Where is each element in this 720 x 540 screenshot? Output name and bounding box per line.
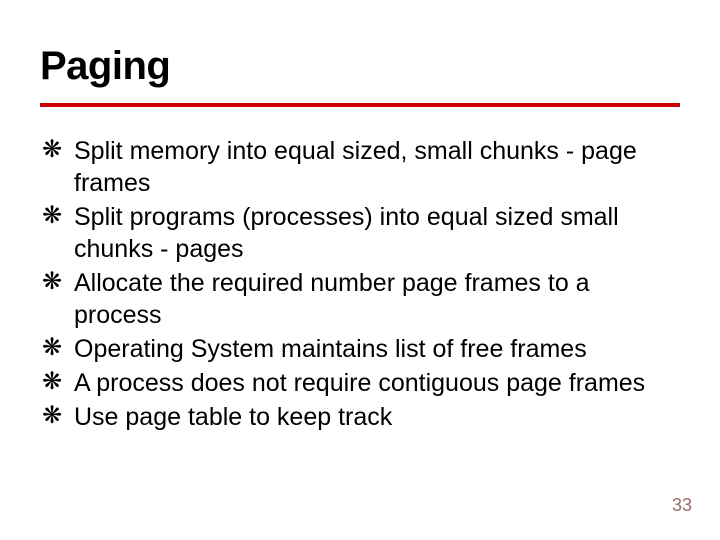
bullet-list: ❋ Split memory into equal sized, small c… xyxy=(40,135,680,433)
list-item: ❋ Split memory into equal sized, small c… xyxy=(40,135,680,199)
bullet-text: Split memory into equal sized, small chu… xyxy=(74,137,637,197)
bullet-text: A process does not require contiguous pa… xyxy=(74,369,645,397)
page-title: Paging xyxy=(40,44,680,89)
bullet-icon: ❋ xyxy=(42,267,62,298)
bullet-text: Operating System maintains list of free … xyxy=(74,335,587,363)
list-item: ❋ A process does not require contiguous … xyxy=(40,367,680,399)
bullet-icon: ❋ xyxy=(42,333,62,364)
list-item: ❋ Allocate the required number page fram… xyxy=(40,267,680,331)
list-item: ❋ Operating System maintains list of fre… xyxy=(40,333,680,365)
bullet-icon: ❋ xyxy=(42,201,62,232)
bullet-icon: ❋ xyxy=(42,135,62,166)
page-number: 33 xyxy=(672,495,692,516)
bullet-text: Allocate the required number page frames… xyxy=(74,269,590,329)
list-item: ❋ Use page table to keep track xyxy=(40,401,680,433)
slide: Paging ❋ Split memory into equal sized, … xyxy=(0,0,720,540)
bullet-text: Split programs (processes) into equal si… xyxy=(74,203,619,263)
bullet-icon: ❋ xyxy=(42,367,62,398)
bullet-text: Use page table to keep track xyxy=(74,403,392,431)
list-item: ❋ Split programs (processes) into equal … xyxy=(40,201,680,265)
title-underline xyxy=(40,103,680,107)
bullet-icon: ❋ xyxy=(42,401,62,432)
